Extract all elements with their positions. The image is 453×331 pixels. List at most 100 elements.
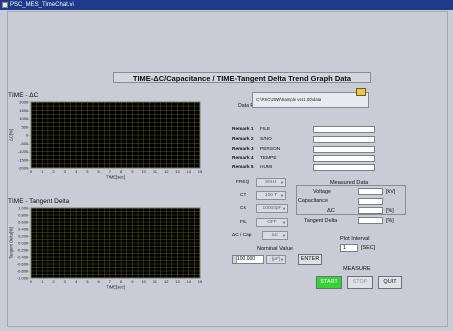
- dc-cap-label: ΔC / Cap: [232, 233, 252, 238]
- x-tick-label: 8: [120, 169, 123, 174]
- dc-cap-value: ΔC: [271, 233, 279, 238]
- x-tick-label: 4: [75, 279, 78, 284]
- page-title: TIME-ΔC/Capacitance / TIME-Tangent Delta…: [113, 72, 371, 83]
- stepper-spin-icon[interactable]: [233, 256, 237, 263]
- x-tick-label: 13: [175, 279, 180, 284]
- fil-select[interactable]: OFF ▼: [256, 218, 288, 227]
- y-tick-label: 0.600-: [18, 220, 30, 225]
- measure-label: MEASURE: [343, 266, 371, 272]
- x-tick-label: 15: [198, 169, 203, 174]
- y-tick-label: -0.200-: [17, 248, 30, 253]
- x-tick-label: 3: [64, 279, 67, 284]
- nominal-value: 100.000: [237, 256, 256, 262]
- y-tick-label: 1500-: [19, 108, 30, 113]
- chevron-down-icon: ▼: [282, 206, 286, 211]
- remark-4-input[interactable]: [313, 155, 375, 162]
- voltage-label: Voltage: [313, 189, 331, 195]
- fil-label: FIL: [240, 220, 247, 225]
- y-tick-label: 0.800-: [18, 213, 30, 218]
- nominal-label: Nominal Value: [257, 246, 293, 252]
- enter-button[interactable]: ENTER: [298, 254, 322, 265]
- dc-cap-select[interactable]: ΔC ▼: [262, 231, 288, 240]
- y-tick-label: -2000-: [18, 166, 30, 171]
- nominal-unit-select[interactable]: [pF] ▼: [266, 255, 286, 264]
- y-tick-label: 0.200-: [18, 234, 30, 239]
- x-tick-label: 3: [64, 169, 67, 174]
- graph-delta-c: 2000- 1500- 1000- 500- 0- -500- -1000- -1500- -2…: [9, 100, 203, 180]
- dc-value: [358, 207, 383, 214]
- x-tick-label: 4: [75, 169, 78, 174]
- x-tick-label: 5: [86, 279, 89, 284]
- cs-select[interactable]: 10000pF ▼: [256, 204, 288, 213]
- y-tick-label: -0.800-: [17, 269, 30, 274]
- x-tick-label: 15: [198, 279, 203, 284]
- y-tick-label: -0.600-: [17, 262, 30, 267]
- folder-browse-icon[interactable]: [356, 88, 366, 96]
- start-button[interactable]: START: [316, 276, 342, 289]
- x-axis-label: TIME[sec]: [106, 285, 125, 290]
- plot-interval-label: Plot Interval: [340, 236, 370, 242]
- data-folder-path: C:\PSC\20W\Sample ver1.00\data: [256, 97, 322, 102]
- app-icon: [2, 2, 8, 8]
- remark-2-name: S/NO: [260, 137, 272, 142]
- stop-button[interactable]: STOP: [347, 276, 373, 289]
- remark-3-input[interactable]: [313, 146, 375, 153]
- freq-select[interactable]: 50Hz ▼: [256, 178, 286, 187]
- ct-select[interactable]: 100 T ▼: [256, 191, 286, 200]
- x-tick-label: 1: [41, 279, 44, 284]
- remark-1-input[interactable]: [313, 126, 375, 133]
- x-tick-label: 10: [141, 279, 146, 284]
- capacitance-value: [358, 198, 383, 205]
- nominal-value-stepper[interactable]: 100.000: [232, 255, 264, 264]
- remark-4-num: Remark 4: [232, 156, 254, 161]
- remark-5-input[interactable]: [313, 164, 375, 171]
- y-tick-label: -1000-: [18, 149, 30, 154]
- tangent-value: [358, 217, 383, 224]
- x-tick-label: 2: [52, 279, 55, 284]
- fil-value: OFF: [267, 220, 277, 225]
- ct-value: 100 T: [264, 193, 278, 198]
- y-tick-label: -500-: [20, 141, 30, 146]
- data-folder-field[interactable]: C:\PSC\20W\Sample ver1.00\data: [252, 88, 369, 108]
- y-tick-label: -1500-: [18, 157, 30, 162]
- remark-3-name: PERSON: [260, 147, 281, 152]
- voltage-value: [358, 188, 383, 195]
- x-tick-label: 0: [30, 169, 33, 174]
- y-tick-label: 0-: [26, 133, 30, 138]
- y-tick-label: 2000-: [19, 100, 30, 105]
- x-tick-label: 5: [86, 169, 89, 174]
- tangent-unit: [%]: [386, 218, 394, 224]
- freq-label: FREQ: [236, 180, 250, 185]
- y-tick-label: 1.000-: [18, 206, 30, 211]
- x-tick-label: 14: [187, 169, 192, 174]
- capacitance-label: Capacitance: [298, 198, 328, 204]
- y-axis-label: Tangent Delta[%]: [9, 227, 14, 259]
- graph-tangent-delta: 1.000- 0.800- 0.600- 0.400- 0.200- 0.000- -0.2…: [9, 206, 203, 290]
- remark-2-input[interactable]: [313, 136, 375, 143]
- x-tick-label: 7: [109, 279, 112, 284]
- chevron-down-icon: ▼: [280, 193, 284, 198]
- remark-1-name: FILE: [260, 127, 271, 132]
- x-tick-label: 1: [41, 169, 44, 174]
- chevron-down-icon: ▼: [280, 180, 284, 185]
- chevron-down-icon: ▼: [282, 220, 286, 225]
- y-tick-label: -0.400-: [17, 255, 30, 260]
- y-tick-label: 500-: [21, 124, 30, 129]
- remark-1-num: Remark 1: [232, 127, 254, 132]
- x-axis-label: TIME[sec]: [106, 175, 125, 180]
- dc-label: ΔC: [327, 208, 335, 214]
- x-tick-label: 12: [164, 279, 169, 284]
- x-tick-label: 14: [187, 279, 192, 284]
- remark-5-name: HUMI: [260, 165, 273, 170]
- x-tick-label: 0: [30, 279, 33, 284]
- plot-interval-unit: [SEC]: [361, 245, 376, 251]
- x-tick-label: 9: [131, 279, 134, 284]
- quit-button[interactable]: QUIT: [378, 276, 402, 289]
- y-tick-label: 1000-: [19, 116, 30, 121]
- window-title: PSC_MES_TimeChat.vi: [10, 2, 74, 8]
- y-tick-label: 0.400-: [18, 227, 30, 232]
- remark-4-name: TEMPE: [260, 156, 277, 161]
- plot-interval-input[interactable]: 1: [340, 244, 358, 252]
- voltage-unit: [kV]: [386, 189, 396, 195]
- x-tick-label: 11: [153, 279, 158, 284]
